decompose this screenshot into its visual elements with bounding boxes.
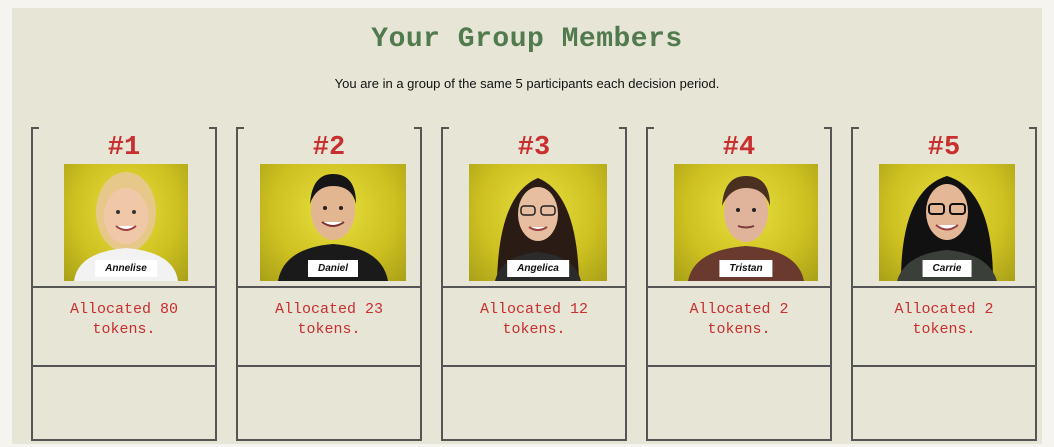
card-divider: [238, 365, 420, 367]
card-divider: [33, 365, 215, 367]
allocation-text: Allocated 23 tokens.: [238, 300, 420, 340]
member-photo: Annelise: [64, 164, 188, 281]
name-tag: Angelica: [507, 260, 569, 277]
allocation-line-1: Allocated 2: [689, 301, 789, 318]
name-tag: Carrie: [922, 260, 972, 277]
allocation-text: Allocated 12 tokens.: [443, 300, 625, 340]
card-divider: [238, 286, 420, 288]
allocation-text: Allocated 2 tokens.: [648, 300, 830, 340]
member-photo: Tristan: [674, 164, 818, 281]
member-number: #5: [927, 133, 961, 163]
card-divider: [443, 365, 625, 367]
member-number: #4: [722, 133, 756, 163]
member-card-4: #4 Tristan Allocated 2 tokens.: [646, 127, 832, 441]
allocation-line-2: tokens.: [297, 321, 361, 338]
screen: Your Group Members You are in a group of…: [0, 0, 1054, 447]
allocation-line-1: Allocated 12: [479, 301, 589, 318]
card-divider: [443, 286, 625, 288]
group-members-panel: Your Group Members You are in a group of…: [12, 8, 1042, 444]
member-photo: Daniel: [260, 164, 406, 281]
page-title: Your Group Members: [371, 24, 683, 55]
card-divider: [648, 365, 830, 367]
member-card-5: #5 Carrie Allocated 2 tokens.: [851, 127, 1037, 441]
member-card-1: #1 Annelise Allocated 80 tokens.: [31, 127, 217, 441]
allocation-line-2: tokens.: [912, 321, 976, 338]
member-photo: Angelica: [469, 164, 607, 281]
member-card-2: #2 Daniel Allocated 23 tokens.: [236, 127, 422, 441]
allocation-text: Allocated 80 tokens.: [33, 300, 215, 340]
member-photo: Carrie: [879, 164, 1015, 281]
member-number: #3: [517, 133, 551, 163]
card-divider: [853, 365, 1035, 367]
allocation-line-2: tokens.: [502, 321, 566, 338]
name-tag: Daniel: [307, 260, 359, 277]
name-tag: Tristan: [719, 260, 773, 277]
allocation-text: Allocated 2 tokens.: [853, 300, 1035, 340]
member-number: #2: [312, 133, 346, 163]
name-tag: Annelise: [95, 260, 157, 277]
allocation-line-1: Allocated 23: [274, 301, 384, 318]
card-divider: [33, 286, 215, 288]
member-card-3: #3 Angelica Allocated 12 tokens.: [441, 127, 627, 441]
allocation-line-2: tokens.: [707, 321, 771, 338]
page-subtitle: You are in a group of the same 5 partici…: [334, 76, 720, 91]
card-divider: [853, 286, 1035, 288]
card-divider: [648, 286, 830, 288]
allocation-line-1: Allocated 80: [69, 301, 179, 318]
allocation-line-2: tokens.: [92, 321, 156, 338]
member-number: #1: [107, 133, 141, 163]
allocation-line-1: Allocated 2: [894, 301, 994, 318]
